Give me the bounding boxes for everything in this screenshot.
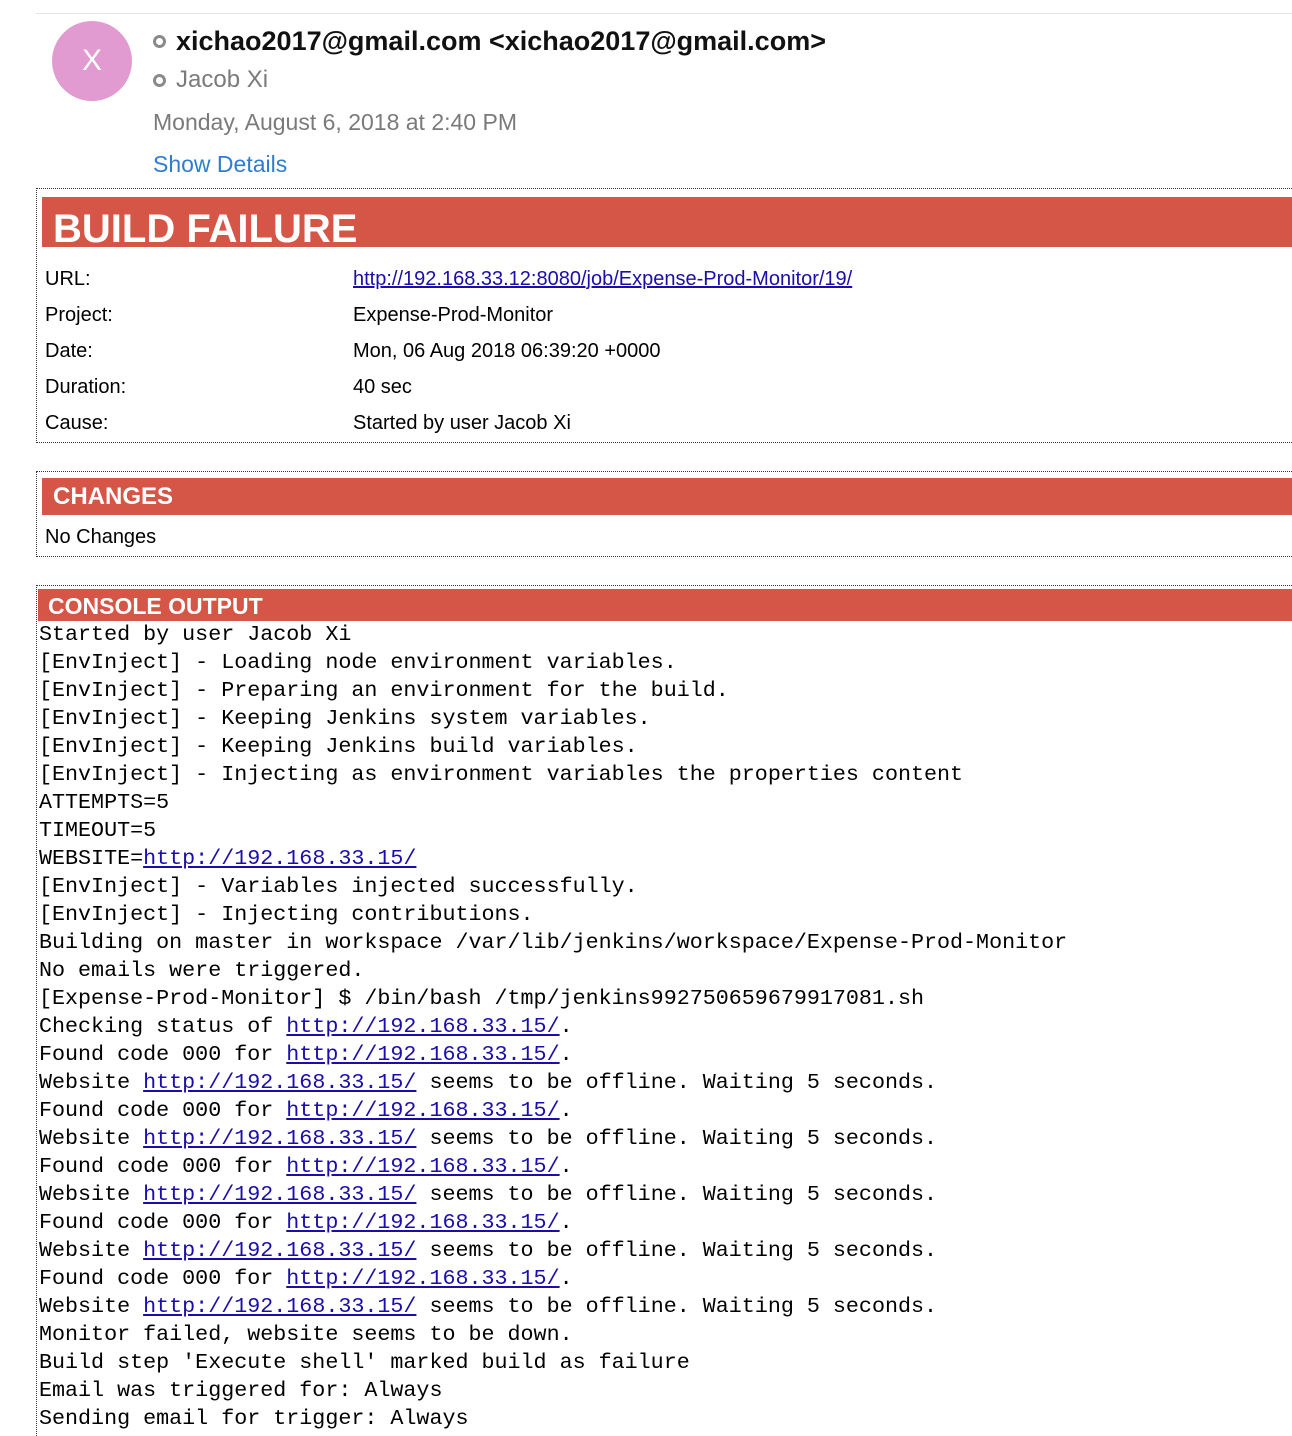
- console-text: Found code 000 for: [39, 1210, 287, 1235]
- console-line: Website http://192.168.33.15/ seems to b…: [39, 1181, 1067, 1209]
- console-link[interactable]: http://192.168.33.15/: [286, 1154, 559, 1179]
- console-line: [EnvInject] - Loading node environment v…: [39, 650, 677, 675]
- console-line: Monitor failed, website seems to be down…: [39, 1322, 573, 1347]
- console-text: .: [559, 1154, 573, 1179]
- console-link[interactable]: http://192.168.33.15/: [143, 1182, 416, 1207]
- console-link[interactable]: http://192.168.33.15/: [143, 1294, 416, 1319]
- changes-text: No Changes: [45, 526, 157, 548]
- to-line[interactable]: Jacob Xi: [153, 64, 268, 96]
- console-text: .: [559, 1014, 573, 1039]
- console-text: Website: [39, 1294, 144, 1319]
- url-label: URL:: [45, 268, 91, 290]
- cause-value: Started by user Jacob Xi: [353, 412, 571, 434]
- console-line: Started by user Jacob Xi: [39, 622, 352, 647]
- console-text: .: [559, 1098, 573, 1123]
- console-line: [EnvInject] - Injecting contributions.: [39, 902, 534, 927]
- console-line: Found code 000 for http://192.168.33.15/…: [39, 1041, 1067, 1069]
- duration-label: Duration:: [45, 376, 127, 398]
- build-status-title: BUILD FAILURE: [42, 197, 1292, 247]
- console-link[interactable]: http://192.168.33.15/: [286, 1098, 559, 1123]
- top-divider: [36, 13, 1292, 14]
- duration-value: 40 sec: [353, 376, 412, 398]
- date-value: Mon, 06 Aug 2018 06:39:20 +0000: [353, 340, 661, 362]
- console-section: CONSOLE OUTPUT Started by user Jacob Xi […: [36, 585, 1292, 1436]
- avatar-initial: X: [81, 44, 102, 77]
- console-text: Checking status of: [39, 1014, 287, 1039]
- console-text: Website: [39, 1238, 144, 1263]
- cause-label: Cause:: [45, 412, 109, 434]
- console-line: Sending email for trigger: Always: [39, 1406, 469, 1431]
- build-summary-section: BUILD FAILURE URL: http://192.168.33.12:…: [36, 188, 1292, 443]
- build-url-link[interactable]: http://192.168.33.12:8080/job/Expense-Pr…: [353, 261, 852, 297]
- console-link[interactable]: http://192.168.33.15/: [286, 1042, 559, 1067]
- console-line: Found code 000 for http://192.168.33.15/…: [39, 1097, 1067, 1125]
- console-line: [EnvInject] - Injecting as environment v…: [39, 762, 964, 787]
- console-line: [EnvInject] - Keeping Jenkins build vari…: [39, 734, 638, 759]
- console-line: ATTEMPTS=5: [39, 790, 170, 815]
- email-date: Monday, August 6, 2018 at 2:40 PM: [153, 108, 517, 135]
- console-line: Website http://192.168.33.15/ seems to b…: [39, 1293, 1067, 1321]
- console-text: Found code 000 for: [39, 1098, 287, 1123]
- show-details-link[interactable]: Show Details: [153, 148, 287, 180]
- console-text: seems to be offline. Waiting 5 seconds.: [416, 1238, 938, 1263]
- console-line: Website http://192.168.33.15/ seems to b…: [39, 1069, 1067, 1097]
- console-line: Building on master in workspace /var/lib…: [39, 930, 1068, 955]
- project-value: Expense-Prod-Monitor: [353, 304, 554, 326]
- date-label: Date:: [45, 340, 93, 362]
- console-text: Found code 000 for: [39, 1154, 287, 1179]
- console-text: Found code 000 for: [39, 1266, 287, 1291]
- console-line: [Expense-Prod-Monitor] $ /bin/bash /tmp/…: [39, 986, 924, 1011]
- console-text: seems to be offline. Waiting 5 seconds.: [416, 1126, 938, 1151]
- console-line: Found code 000 for http://192.168.33.15/…: [39, 1265, 1067, 1293]
- console-line: No emails were triggered.: [39, 958, 365, 983]
- console-text: .: [559, 1210, 573, 1235]
- console-text: seems to be offline. Waiting 5 seconds.: [416, 1070, 938, 1095]
- console-text: Website: [39, 1182, 144, 1207]
- console-output: Started by user Jacob Xi [EnvInject] - Lo…: [39, 621, 1067, 1433]
- console-line: Build step 'Execute shell' marked build …: [39, 1350, 690, 1375]
- status-circle-icon: [153, 34, 166, 48]
- console-link[interactable]: http://192.168.33.15/: [143, 1070, 416, 1095]
- console-text: seems to be offline. Waiting 5 seconds.: [416, 1182, 938, 1207]
- console-line: Website http://192.168.33.15/ seems to b…: [39, 1125, 1067, 1153]
- console-line: [EnvInject] - Preparing an environment f…: [39, 678, 729, 703]
- console-title: CONSOLE OUTPUT: [38, 589, 1292, 621]
- console-line: [EnvInject] - Variables injected success…: [39, 874, 638, 899]
- console-text: Website: [39, 1126, 144, 1151]
- console-line: WEBSITE=http://192.168.33.15/: [39, 845, 1067, 873]
- changes-section: CHANGES No Changes: [36, 471, 1292, 557]
- console-text: .: [559, 1266, 573, 1291]
- changes-title: CHANGES: [42, 478, 1292, 515]
- console-text: seems to be offline. Waiting 5 seconds.: [416, 1294, 938, 1319]
- console-line: Email was triggered for: Always: [39, 1378, 443, 1403]
- project-label: Project:: [45, 304, 113, 326]
- console-line: TIMEOUT=5: [39, 818, 157, 843]
- console-text: WEBSITE=: [39, 846, 144, 871]
- console-link[interactable]: http://192.168.33.15/: [143, 1238, 416, 1263]
- from-line[interactable]: xichao2017@gmail.com <xichao2017@gmail.c…: [153, 24, 826, 58]
- console-line: Found code 000 for http://192.168.33.15/…: [39, 1209, 1067, 1237]
- from-address[interactable]: xichao2017@gmail.com <xichao2017@gmail.c…: [176, 26, 826, 57]
- sender-avatar: X: [52, 21, 132, 101]
- console-link[interactable]: http://192.168.33.15/: [286, 1266, 559, 1291]
- console-text: .: [559, 1042, 573, 1067]
- console-line: Website http://192.168.33.15/ seems to b…: [39, 1237, 1067, 1265]
- console-link[interactable]: http://192.168.33.15/: [143, 846, 416, 871]
- console-link[interactable]: http://192.168.33.15/: [286, 1014, 559, 1039]
- console-link[interactable]: http://192.168.33.15/: [286, 1210, 559, 1235]
- console-link[interactable]: http://192.168.33.15/: [143, 1126, 416, 1151]
- console-text: Found code 000 for: [39, 1042, 287, 1067]
- console-line: Checking status of http://192.168.33.15/…: [39, 1013, 1067, 1041]
- console-line: [EnvInject] - Keeping Jenkins system var…: [39, 706, 651, 731]
- console-line: Found code 000 for http://192.168.33.15/…: [39, 1153, 1067, 1181]
- to-recipient[interactable]: Jacob Xi: [176, 66, 268, 94]
- status-circle-icon: [153, 73, 166, 87]
- console-text: Website: [39, 1070, 144, 1095]
